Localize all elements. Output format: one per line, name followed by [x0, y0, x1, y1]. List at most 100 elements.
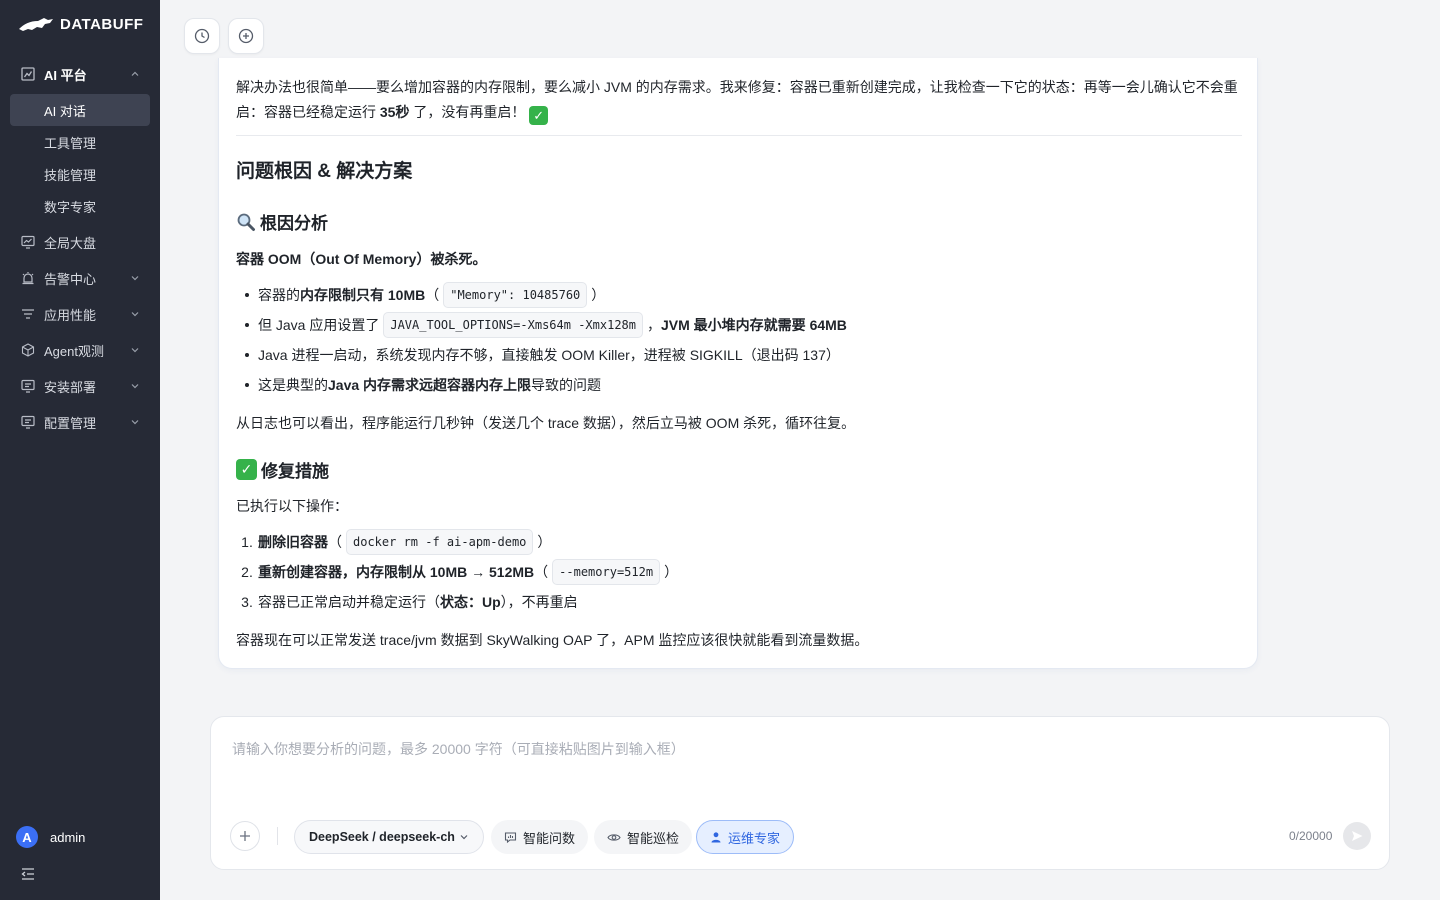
ai-chart-icon [20, 66, 36, 82]
list-item: 但 Java 应用设置了 JAVA_TOOL_OPTIONS=-Xms64m -… [236, 312, 847, 338]
brand-logo[interactable]: DATABUFF [18, 12, 143, 36]
ordered-list-item: 3. 容器已正常启动并稳定运行（ 状态：Up ），不再重启 [236, 592, 578, 612]
list-text: （ [328, 534, 342, 550]
list-item: 容器的 内存限制只有 10MB （"Memory": 10485760） [236, 282, 606, 308]
chevron-down-icon [130, 272, 142, 284]
char-counter: 0/20000 [1289, 829, 1333, 843]
model-select-value: DeepSeek / deepseek-ch [309, 830, 455, 844]
chevron-down-icon [130, 416, 142, 428]
closing-paragraph: 容器现在可以正常发送 trace/jvm 数据到 SkyWalking OAP … [236, 632, 869, 648]
nav-group-ai-platform[interactable]: AI 平台 [0, 56, 160, 92]
list-text: 容器的 [258, 287, 300, 303]
intro-line-1: 解决办法也很简单——要么增加容器的内存限制，要么减小 JVM 的内存需求。我来修… [236, 79, 1238, 95]
history-button[interactable] [184, 18, 220, 54]
sidebar-item-tool-management[interactable]: 工具管理 [10, 126, 150, 158]
list-bold: JVM 最小堆内存就需要 64MB [661, 317, 847, 333]
chat-input[interactable]: 请输入你想要分析的问题，最多 20000 字符（可直接粘贴图片到输入框） [232, 739, 685, 759]
chat-composer: 请输入你想要分析的问题，最多 20000 字符（可直接粘贴图片到输入框） Dee… [210, 716, 1390, 870]
intro-text: 了，没有再重启！ [409, 104, 526, 120]
nav-item-label: 应用性能 [44, 307, 97, 323]
chip-smart-query[interactable]: 智能问数 [491, 820, 589, 854]
list-text: ） [591, 287, 606, 303]
nav-group-install-deploy[interactable]: 安装部署 [0, 368, 160, 404]
brand-name: DATABUFF [60, 15, 144, 33]
agent-cube-icon [20, 342, 36, 358]
model-select[interactable]: DeepSeek / deepseek-ch [294, 820, 484, 854]
nav-item-label: 安装部署 [44, 379, 97, 395]
list-item: 这是典型的 Java 内存需求远超容器内存上限 导致的问题 [236, 375, 601, 395]
inline-code: JAVA_TOOL_OPTIONS=-Xms64m -Xmx128m [383, 312, 643, 338]
inline-code: --memory=512m [552, 559, 661, 585]
inline-code: "Memory": 10485760 [443, 282, 588, 308]
eye-icon [607, 833, 621, 841]
check-mark-icon: ✓ [236, 459, 257, 480]
ordered-list-item: 2. 重新创建容器，内存限制从 10MB → 512MB （--memory=51… [236, 559, 679, 585]
nav-item-label: 全局大盘 [44, 235, 97, 251]
panther-logo-icon [19, 18, 53, 31]
section-heading: 问题根因 & 解决方案 [236, 161, 413, 182]
sidebar: DATABUFF AI 平台 AI 对话 工具管理 技能管理 数字专家 全局大盘 [0, 0, 160, 900]
collapse-sidebar-icon[interactable] [20, 866, 36, 882]
app-performance-icon [20, 306, 36, 322]
bullet [236, 353, 258, 357]
list-text: ， [647, 317, 661, 333]
nav-item-global-dashboard[interactable]: 全局大盘 [0, 224, 160, 260]
chip-label: 运维专家 [728, 830, 781, 846]
intro-text: 启：容器已经稳定运行 [236, 104, 380, 120]
list-number: 1. [241, 534, 253, 550]
list-bold: Java 内存需求远超容器内存上限 [328, 377, 532, 393]
list-text: 这是典型的 [258, 377, 328, 393]
attach-button[interactable] [230, 821, 260, 851]
avatar: A [16, 826, 38, 848]
list-text: 但 Java 应用设置了 [258, 317, 380, 333]
send-button[interactable] [1343, 822, 1371, 850]
chevron-down-icon [130, 308, 142, 320]
list-number: 3. [241, 594, 253, 610]
list-bold: 内存限制只有 10MB [300, 287, 426, 303]
fix-lead: 已执行以下操作： [236, 498, 348, 514]
nav-group-alarm-center[interactable]: 告警中心 [0, 260, 160, 296]
sidebar-item-digital-expert[interactable]: 数字专家 [10, 190, 150, 222]
nav-group-label: AI 平台 [44, 67, 87, 83]
root-cause-heading: 根因分析 [236, 209, 328, 234]
list-text: 导致的问题 [531, 377, 602, 393]
user-profile[interactable]: A admin [16, 826, 85, 848]
list-text: 容器已正常启动并稳定运行（ [258, 594, 440, 610]
log-note: 从日志也可以看出，程序能运行几秒钟（发送几个 trace 数据），然后立马被 O… [236, 415, 856, 431]
chip-label: 智能巡检 [627, 830, 680, 846]
clock-icon [194, 28, 210, 44]
uptime-value: 35秒 [379, 104, 410, 120]
list-bold: 重新创建容器，内存限制从 10MB → 512MB [258, 564, 535, 580]
sidebar-item-ai-chat[interactable]: AI 对话 [10, 94, 150, 126]
list-text: ） [664, 564, 679, 580]
person-icon [711, 832, 721, 843]
assistant-message-card: 解决办法也很简单——要么增加容器的内存限制，要么减小 JVM 的内存需求。我来修… [218, 58, 1258, 669]
nav-item-label: 配置管理 [44, 415, 97, 431]
nav-item-label: Agent观测 [44, 343, 104, 359]
config-icon [20, 414, 36, 430]
chip-smart-inspection[interactable]: 智能巡检 [594, 820, 693, 854]
alarm-icon [20, 270, 36, 286]
bullet [236, 293, 258, 297]
new-chat-button[interactable] [228, 18, 264, 54]
chevron-down-icon [460, 835, 468, 840]
check-mark-icon: ✓ [529, 106, 549, 125]
list-item: Java 进程一启动，系统发现内存不够，直接触发 OOM Killer，进程被 … [236, 345, 840, 365]
nav-group-agent-observe[interactable]: Agent观测 [0, 332, 160, 368]
plus-icon [240, 831, 250, 841]
plus-circle-icon [238, 28, 254, 44]
bullet [236, 383, 258, 387]
list-text: ） [537, 534, 552, 550]
chip-ops-expert[interactable]: 运维专家 [696, 820, 795, 854]
install-icon [20, 378, 36, 394]
inline-code: docker rm -f ai-apm-demo [346, 529, 534, 555]
nav-group-config-management[interactable]: 配置管理 [0, 404, 160, 440]
dashboard-icon [20, 234, 36, 250]
nav-group-app-performance[interactable]: 应用性能 [0, 296, 160, 332]
root-cause-lead: 容器 OOM（Out Of Memory）被杀死。 [236, 251, 487, 267]
sidebar-item-skill-management[interactable]: 技能管理 [10, 158, 150, 190]
list-text: （ [534, 564, 549, 580]
chevron-up-icon [130, 68, 142, 80]
sidebar-nav: AI 平台 AI 对话 工具管理 技能管理 数字专家 全局大盘 告警中心 应用性… [0, 56, 160, 440]
chevron-down-icon [130, 344, 142, 356]
